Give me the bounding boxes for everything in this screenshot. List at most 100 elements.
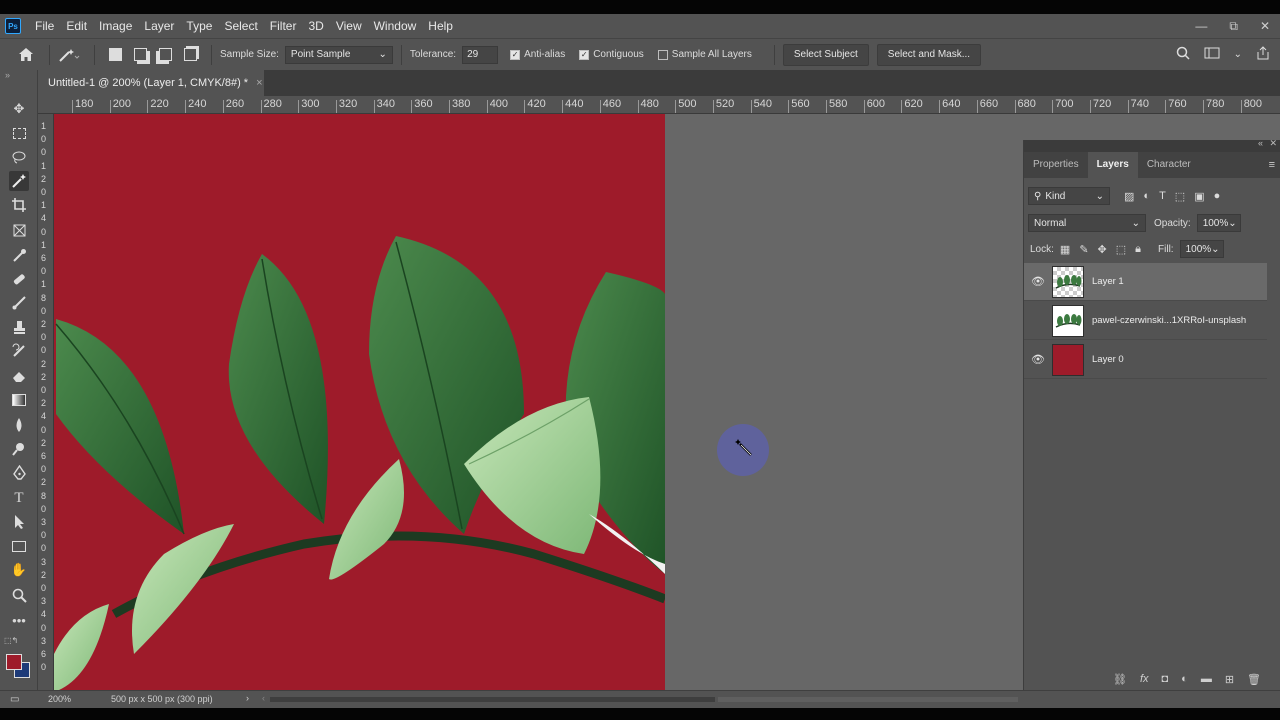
filter-toggle-icon[interactable]: ● [1214,190,1221,202]
collapse-panel-icon[interactable]: « [1258,138,1263,148]
layer-row-unsplash[interactable]: · pawel-czerwinski...1XRRoI-unsplash [1024,302,1267,340]
layer-row-layer-1[interactable]: 👁︎ Layer 1 [1024,263,1267,301]
chevron-down-icon[interactable]: ⌄ [1234,49,1242,60]
menu-window[interactable]: Window [368,14,423,38]
chevron-left-icon[interactable]: ‹ [262,693,265,703]
move-tool-icon[interactable]: ✥ [9,99,29,119]
menu-view[interactable]: View [330,14,368,38]
magic-wand-tool-icon[interactable] [9,171,29,191]
chevron-right-icon[interactable]: › [246,693,249,703]
crop-tool-icon[interactable] [9,195,29,215]
menu-help[interactable]: Help [422,14,459,38]
filter-shape-icon[interactable]: ⬚ [1175,190,1185,203]
menu-file[interactable]: File [29,14,60,38]
workspace-icon[interactable] [1204,47,1220,62]
tab-properties[interactable]: Properties [1024,152,1088,178]
hand-tool-icon[interactable]: ✋ [9,560,29,580]
menu-edit[interactable]: Edit [60,14,93,38]
close-tab-icon[interactable]: × [256,77,262,89]
default-colors-icon[interactable]: ⬚↰ [4,636,18,645]
ruler-tick-line [750,100,752,113]
new-group-icon[interactable]: ▬ [1201,673,1212,685]
contiguous-checkbox[interactable]: ✓ Contiguous [579,49,644,60]
fill-input[interactable]: 100% ⌄ [1179,240,1224,258]
tab-layers[interactable]: Layers [1087,152,1138,178]
filter-type-icon[interactable]: T [1159,190,1166,202]
document-canvas[interactable] [54,114,665,690]
history-brush-icon[interactable] [9,341,29,361]
eyedropper-tool-icon[interactable] [9,245,29,265]
lock-artboard-icon[interactable]: ⬚ [1116,243,1126,256]
share-icon[interactable] [1256,46,1270,63]
intersect-selection-icon[interactable] [184,48,197,61]
blur-tool-icon[interactable] [9,415,29,435]
pen-tool-icon[interactable] [9,463,29,483]
new-layer-icon[interactable]: ⊞ [1225,673,1234,686]
lasso-tool-icon[interactable] [9,147,29,167]
eye-hidden-icon[interactable]: · [1024,315,1052,327]
gradient-tool-icon[interactable] [9,390,29,410]
sample-size-select[interactable]: Point Sample ⌄ [284,45,393,64]
horizontal-scrollbar[interactable] [270,697,715,702]
link-layers-icon[interactable]: ⛓︎ [1113,673,1127,686]
tolerance-input[interactable]: 29 [462,45,499,64]
lock-position-icon[interactable]: ✥ [1098,243,1107,256]
healing-brush-icon[interactable] [9,269,29,289]
menu-image[interactable]: Image [93,14,138,38]
eraser-tool-icon[interactable] [9,366,29,386]
brush-tool-icon[interactable] [9,293,29,313]
anti-alias-checkbox[interactable]: ✓ Anti-alias [510,49,565,60]
delete-layer-icon[interactable]: 🗑︎ [1247,673,1261,686]
scrollbar-thumb[interactable] [718,697,1018,702]
panel-menu-icon[interactable]: ≡ [1269,152,1275,178]
search-icon[interactable] [1176,46,1190,63]
blend-mode-select[interactable]: Normal ⌄ [1028,214,1146,232]
zoom-level[interactable]: 200% [48,694,71,704]
more-tools-icon[interactable]: ••• [9,610,29,630]
document-tab[interactable]: Untitled-1 @ 200% (Layer 1, CMYK/8#) * × [38,70,264,96]
minimize-button[interactable]: — [1195,19,1207,33]
filter-adjustment-icon[interactable]: ◐ [1143,190,1150,202]
lock-all-icon[interactable]: 🔒︎ [1135,243,1141,256]
menu-filter[interactable]: Filter [264,14,303,38]
magic-wand-tool-icon[interactable] [58,47,86,63]
menu-3d[interactable]: 3D [302,14,329,38]
menu-type[interactable]: Type [180,14,218,38]
dodge-tool-icon[interactable] [9,439,29,459]
fx-icon[interactable]: fx [1140,673,1149,685]
subtract-selection-icon[interactable] [159,48,172,61]
sample-all-layers-checkbox[interactable]: Sample All Layers [657,49,752,60]
rectangle-tool-icon[interactable] [9,536,29,556]
menu-layer[interactable]: Layer [138,14,180,38]
home-icon[interactable] [17,46,35,64]
filter-kind-select[interactable]: ⚲ Kind ⌄ [1028,187,1110,205]
restore-button[interactable]: ⧉ [1229,19,1238,34]
path-selection-icon[interactable] [9,512,29,532]
marquee-tool-icon[interactable] [9,123,29,143]
add-selection-icon[interactable] [134,48,147,61]
select-and-mask-button[interactable]: Select and Mask... [876,43,982,66]
menu-select[interactable]: Select [218,14,263,38]
ruler-tick-line [1052,100,1054,113]
filter-pixel-icon[interactable]: ▨ [1124,190,1134,203]
zoom-tool-icon[interactable] [9,585,29,605]
eye-icon[interactable]: 👁︎ [1024,353,1052,366]
foreground-color-swatch[interactable] [6,654,22,670]
close-panel-icon[interactable]: ✕ [1269,138,1277,149]
new-selection-icon[interactable] [109,48,122,61]
frame-tool-icon[interactable] [9,220,29,240]
collapse-icon[interactable]: » [5,70,10,80]
layer-row-layer-0[interactable]: 👁︎ Layer 0 [1024,341,1267,379]
eye-icon[interactable]: 👁︎ [1024,275,1052,288]
filter-smart-object-icon[interactable]: ▣ [1194,190,1204,203]
select-subject-button[interactable]: Select Subject [782,43,869,66]
clone-stamp-icon[interactable] [9,317,29,337]
adjustment-layer-icon[interactable]: ◐ [1181,673,1188,685]
close-window-button[interactable]: ✕ [1260,19,1270,33]
add-mask-icon[interactable]: ◘ [1162,673,1169,685]
lock-transparent-icon[interactable]: ▦ [1060,243,1070,256]
type-tool-icon[interactable]: T [9,488,29,508]
tab-character[interactable]: Character [1138,152,1200,178]
opacity-input[interactable]: 100% ⌄ [1196,214,1241,232]
lock-image-icon[interactable]: ✎ [1079,243,1088,256]
